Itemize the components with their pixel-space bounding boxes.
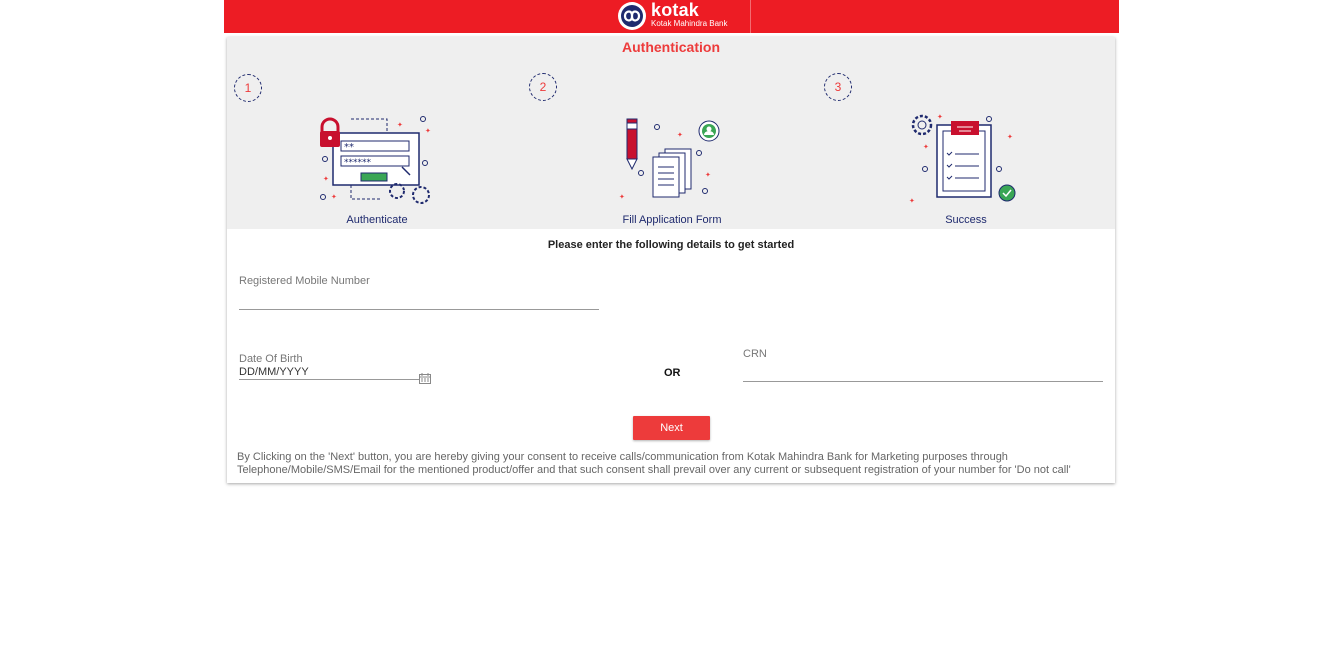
svg-text:✦: ✦ [425,127,431,135]
mobile-label: Registered Mobile Number [239,275,370,287]
or-separator: OR [664,367,681,379]
svg-text:✦: ✦ [923,143,929,151]
crn-input[interactable] [743,381,1103,382]
brand-tagline: Kotak Mahindra Bank [651,19,728,28]
dob-underline [239,379,419,380]
svg-text:******: ****** [344,158,372,168]
calendar-icon[interactable] [419,373,431,384]
step-1-label: Authenticate [346,214,408,226]
svg-text:✦: ✦ [323,175,329,183]
step-2-label: Fill Application Form [622,214,722,226]
svg-text:**: ** [344,142,354,153]
svg-text:✦: ✦ [937,113,943,121]
svg-text:✦: ✦ [705,171,711,179]
header-bar: kotak Kotak Mahindra Bank [224,0,1119,33]
dob-label: Date Of Birth [239,353,303,365]
kotak-infinity-logo-icon [618,2,646,30]
dob-input[interactable]: DD/MM/YYYY [239,366,309,378]
svg-text:✦: ✦ [397,121,403,129]
step-2-number: 2 [529,73,557,101]
svg-text:✦: ✦ [909,197,915,205]
form-intro: Please enter the following details to ge… [547,239,795,251]
kotak-logo[interactable]: kotak Kotak Mahindra Bank [616,0,751,33]
step-1-number: 1 [234,74,262,102]
authenticate-illustration-icon: ** ****** ✦ ✦ ✦ ✦ [320,116,431,204]
steps-panel: Authentication 1 ** ****** ✦ ✦ ✦ ✦ Authe… [227,37,1115,229]
next-button[interactable]: Next [633,416,710,440]
brand-name: kotak [651,0,700,20]
crn-label: CRN [743,348,767,360]
svg-text:✦: ✦ [331,193,337,201]
svg-text:✦: ✦ [1007,133,1013,141]
mobile-input[interactable] [239,309,599,310]
page-title: Authentication [622,39,720,55]
authentication-card: Authentication 1 ** ****** ✦ ✦ ✦ ✦ Authe… [227,37,1115,483]
consent-text: By Clicking on the 'Next' button, you ar… [237,451,1071,476]
success-illustration-icon: ✦ ✦ ✦ ✦ [909,113,1016,205]
step-3-number: 3 [824,73,852,101]
svg-text:✦: ✦ [619,193,625,201]
svg-text:✦: ✦ [677,131,683,139]
form-illustration-icon: ✦ ✦ ✦ [619,118,720,201]
step-3-label: Success [945,214,987,226]
